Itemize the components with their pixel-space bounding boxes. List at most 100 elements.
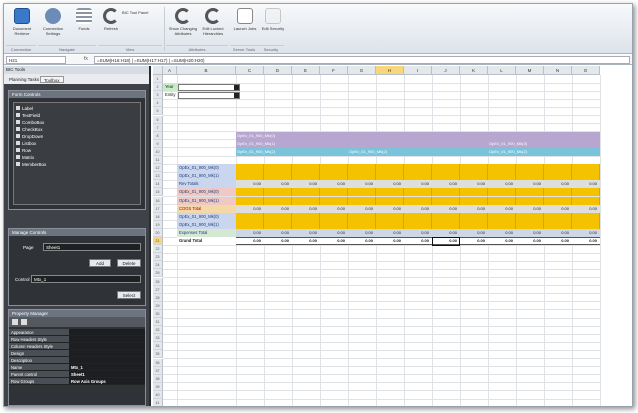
document-retrieve-button[interactable]: Document Retrieve: [7, 8, 37, 44]
row-header[interactable]: 25: [153, 269, 163, 278]
entity-dropdown[interactable]: [178, 91, 240, 99]
column-header[interactable]: J: [432, 66, 460, 75]
row-header[interactable]: 20: [153, 228, 163, 237]
control-item[interactable]: Label: [14, 105, 140, 112]
row-header[interactable]: 14: [153, 180, 163, 189]
control-select[interactable]: Mtx_1: [31, 275, 141, 283]
row-header[interactable]: 30: [153, 309, 163, 318]
property-value[interactable]: [69, 350, 145, 356]
row-header[interactable]: 7: [153, 123, 163, 132]
control-item[interactable]: Matrix: [14, 154, 140, 161]
row-header[interactable]: 21: [153, 237, 163, 246]
edit-hierarchies-button[interactable]: Edit Locked Hierarchies: [198, 8, 228, 44]
sort-icon[interactable]: [12, 319, 18, 325]
row-header[interactable]: 10: [153, 147, 163, 156]
launch-jobs-button[interactable]: Launch Jobs: [230, 8, 260, 44]
row-header[interactable]: 24: [153, 261, 163, 270]
row-header[interactable]: 9: [153, 139, 163, 148]
property-row[interactable]: Parent control Sheet1: [9, 371, 145, 378]
column-header[interactable]: O: [572, 66, 600, 75]
row-header[interactable]: 34: [153, 342, 163, 351]
column-header[interactable]: H: [376, 66, 404, 75]
control-item[interactable]: TextField: [14, 112, 140, 119]
edit-security-button[interactable]: Edit Security: [258, 8, 288, 44]
property-value[interactable]: [69, 343, 145, 349]
property-value[interactable]: [69, 329, 145, 335]
row-header[interactable]: 41: [153, 399, 163, 406]
control-item[interactable]: CheckBox: [14, 126, 140, 133]
add-button[interactable]: Add: [89, 259, 111, 267]
selected-cell[interactable]: [432, 236, 460, 246]
row-header[interactable]: 35: [153, 350, 163, 359]
control-item[interactable]: Listbox: [14, 140, 140, 147]
row-header[interactable]: 8: [153, 131, 163, 140]
column-header[interactable]: G: [348, 66, 376, 75]
column-header[interactable]: B: [177, 66, 236, 75]
row-header[interactable]: 38: [153, 374, 163, 383]
year-dropdown[interactable]: [178, 83, 240, 91]
row-header[interactable]: 18: [153, 212, 163, 221]
row-header[interactable]: 16: [153, 196, 163, 205]
row-header[interactable]: 2: [153, 83, 163, 92]
alphabetical-icon[interactable]: [21, 319, 28, 325]
row-header[interactable]: 6: [153, 115, 163, 124]
name-box[interactable]: H21: [6, 56, 66, 64]
row-header[interactable]: 27: [153, 285, 163, 294]
column-header[interactable]: F: [320, 66, 348, 75]
row-header[interactable]: 32: [153, 326, 163, 335]
row-header[interactable]: 3: [153, 91, 163, 100]
row-header[interactable]: 36: [153, 358, 163, 367]
property-row[interactable]: Row Groups Row Axis Groups: [9, 378, 145, 385]
spreadsheet-grid[interactable]: A B C D E F G H I J K L M N O 1 2 3 4 5 6 7 8 9 10 11 12 13 14 15 16 17…: [153, 66, 632, 406]
property-row[interactable]: Description: [9, 357, 145, 364]
property-row[interactable]: Design: [9, 350, 145, 357]
tool-panel-toggle[interactable]: BIC Tool Panel: [122, 10, 148, 15]
row-header[interactable]: 17: [153, 204, 163, 213]
column-header[interactable]: D: [264, 66, 292, 75]
column-header[interactable]: A: [163, 66, 177, 75]
page-select[interactable]: Sheet1: [43, 243, 141, 251]
control-item[interactable]: DropDown: [14, 133, 140, 140]
row-header[interactable]: 5: [153, 107, 163, 116]
property-value[interactable]: Row Axis Groups: [69, 378, 145, 384]
row-header[interactable]: 19: [153, 220, 163, 229]
row-header[interactable]: 29: [153, 301, 163, 310]
funds-button[interactable]: Funds: [69, 8, 99, 44]
column-header[interactable]: K: [460, 66, 488, 75]
column-header[interactable]: E: [292, 66, 320, 75]
control-item[interactable]: MemberBox: [14, 161, 140, 168]
row-header[interactable]: 31: [153, 318, 163, 327]
column-header[interactable]: I: [404, 66, 432, 75]
property-value[interactable]: Sheet1: [69, 371, 145, 377]
row-header[interactable]: 33: [153, 334, 163, 343]
column-header[interactable]: M: [516, 66, 544, 75]
column-header[interactable]: N: [544, 66, 572, 75]
row-header[interactable]: 11: [153, 156, 163, 165]
property-row[interactable]: Name Mtx_1: [9, 364, 145, 371]
formula-input[interactable]: =SUM(H16:H18) | =SUM(H17:H17) | =SUM(H20…: [94, 56, 630, 64]
delete-button[interactable]: Delete: [117, 259, 141, 267]
property-row[interactable]: Row Headers Style: [9, 336, 145, 343]
row-header[interactable]: 40: [153, 390, 163, 399]
show-changing-button[interactable]: Show Changing Attributes: [168, 8, 198, 44]
connection-settings-button[interactable]: Connection Settings: [38, 8, 68, 44]
select-button[interactable]: Select: [117, 291, 141, 299]
row-header[interactable]: 4: [153, 99, 163, 108]
property-row[interactable]: Column Headers Style: [9, 343, 145, 350]
row-header[interactable]: 39: [153, 382, 163, 391]
column-header[interactable]: L: [488, 66, 516, 75]
property-value[interactable]: [69, 357, 145, 363]
row-header[interactable]: 13: [153, 172, 163, 181]
row-header[interactable]: 28: [153, 293, 163, 302]
property-row[interactable]: Appearance: [9, 329, 145, 336]
fx-icon[interactable]: fx: [84, 56, 88, 62]
tab-planning-tasks[interactable]: Planning Tasks: [6, 76, 42, 83]
property-value[interactable]: Mtx_1: [69, 364, 145, 370]
row-header[interactable]: 37: [153, 366, 163, 375]
row-header[interactable]: 26: [153, 277, 163, 286]
property-value[interactable]: [69, 336, 145, 342]
control-item[interactable]: Row: [14, 147, 140, 154]
row-header[interactable]: 15: [153, 188, 163, 197]
column-header[interactable]: C: [236, 66, 264, 75]
column-header-corner[interactable]: [153, 66, 163, 75]
